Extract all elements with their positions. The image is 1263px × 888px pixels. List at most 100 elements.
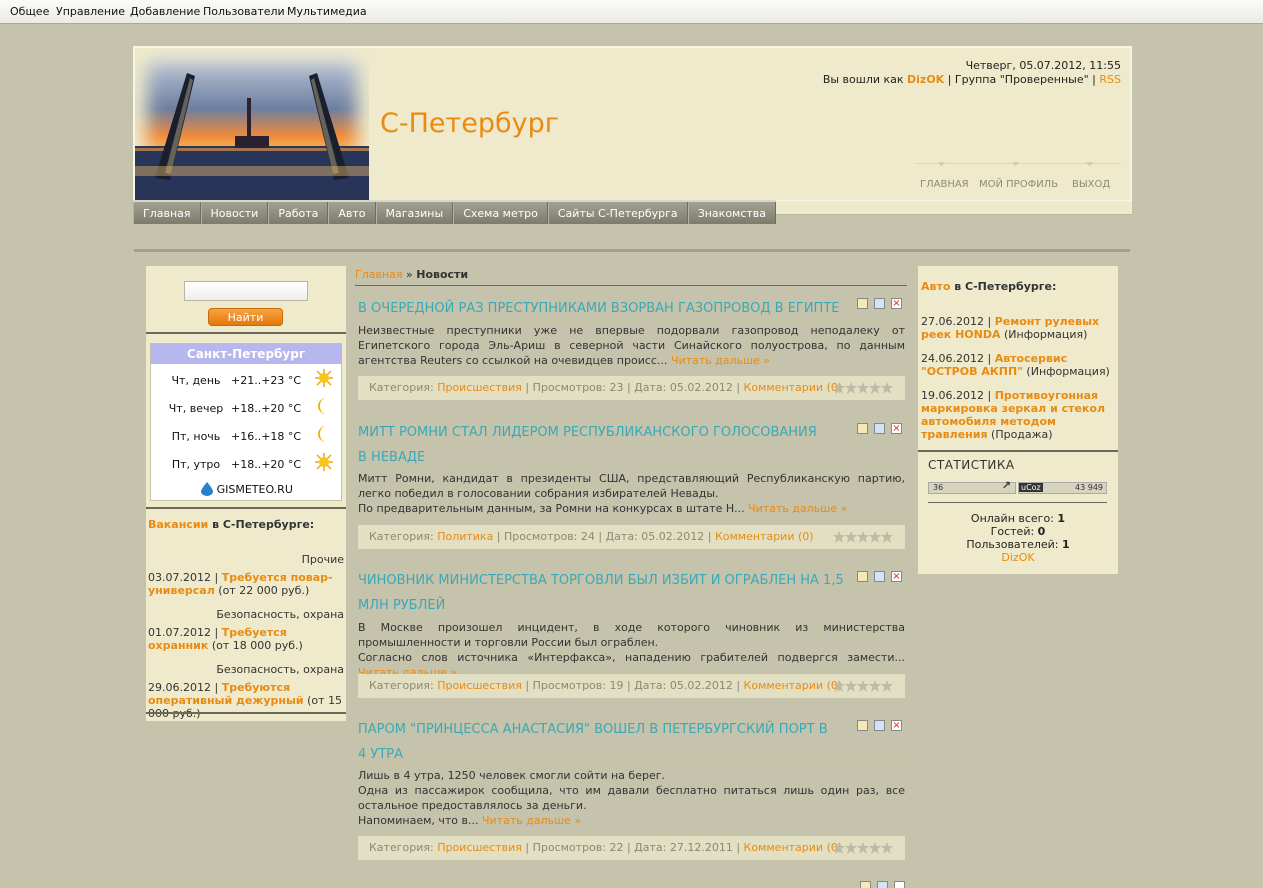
vacancy-salary: (от 22 000 руб.) <box>214 584 310 597</box>
article-meta: Категория: Происшествия | Просмотров: 23… <box>358 376 905 400</box>
menu-item-shops[interactable]: Магазины <box>375 202 454 224</box>
menu-item-news[interactable]: Новости <box>200 202 269 224</box>
delete-icon[interactable]: × <box>891 423 902 434</box>
menu-item-jobs[interactable]: Работа <box>268 202 329 224</box>
admin-bar: Общее Управление Добавление Пользователи… <box>0 0 1263 24</box>
delete-icon[interactable]: × <box>891 720 902 731</box>
article-excerpt: Неизвестные преступники уже не впервые п… <box>358 324 905 367</box>
read-more-link[interactable]: Читать дальше » <box>482 814 581 827</box>
article-excerpt: Согласно слов источника «Интерфакса», на… <box>358 651 905 664</box>
top-nav-profile[interactable]: МОЙ ПРОФИЛЬ <box>979 179 1058 190</box>
meta-views: | Просмотров: 24 | Дата: 05.02.2012 | <box>493 530 715 543</box>
category-link[interactable]: Происшествия <box>437 381 522 394</box>
stat-label: Гостей: <box>990 525 1038 538</box>
edit-icon[interactable] <box>857 720 868 731</box>
auto-title-link[interactable]: Авто <box>921 280 950 293</box>
list-item: 01.07.2012 | Требуется охранник (от 18 0… <box>148 626 344 652</box>
gismeteo-link[interactable]: GISMETEO.RU <box>151 482 343 496</box>
edit-icon[interactable] <box>857 423 868 434</box>
article-title[interactable]: ПАРОМ "ПРИНЦЕССА АНАСТАСИЯ" ВОШЕЛ В ПЕТЕ… <box>358 717 828 767</box>
comments-link[interactable]: Комментарии (0) <box>744 841 843 854</box>
category-link[interactable]: Происшествия <box>437 841 522 854</box>
rating-stars-icon[interactable] <box>833 531 893 543</box>
site-header: С-Петербург Четверг, 05.07.2012, 11:55 В… <box>133 46 1132 202</box>
menu-item-auto[interactable]: Авто <box>328 202 376 224</box>
meta-views: | Просмотров: 23 | Дата: 05.02.2012 | <box>521 381 744 394</box>
article-excerpt: Митт Ромни, кандидат в президенты США, п… <box>358 472 905 500</box>
datetime-block: Четверг, 05.07.2012, 11:55 Вы вошли как … <box>823 59 1121 87</box>
vacancy-category: Прочие <box>301 553 344 566</box>
ucoz-counter[interactable]: uCoz 43 949 <box>1018 482 1107 494</box>
article-title[interactable]: ЧИНОВНИК МИНИСТЕРСТВА ТОРГОВЛИ БЫЛ ИЗБИТ… <box>358 568 848 618</box>
pencil-icon[interactable] <box>874 423 885 434</box>
weather-temp: +21..+23 °C <box>231 374 302 387</box>
pencil-icon[interactable] <box>877 881 888 888</box>
search-button[interactable]: Найти <box>208 308 283 326</box>
menu-item-dating[interactable]: Знакомства <box>687 202 777 224</box>
pencil-icon[interactable] <box>874 298 885 309</box>
meta-label: Категория: <box>369 530 438 543</box>
top-nav-home[interactable]: ГЛАВНАЯ <box>920 179 969 190</box>
vacancies-title: в С-Петербурге: <box>208 518 315 531</box>
stat-value: 0 <box>1037 525 1046 538</box>
auto-title: в С-Петербурге: <box>950 280 1057 293</box>
top-nav-logout[interactable]: ВЫХОД <box>1072 179 1110 190</box>
rating-stars-icon[interactable] <box>833 842 893 854</box>
comments-link[interactable]: Комментарии (0) <box>715 530 814 543</box>
category-link[interactable]: Происшествия <box>437 679 522 692</box>
main-menu: Главная Новости Работа Авто Магазины Схе… <box>133 200 777 224</box>
category-link[interactable]: Политика <box>437 530 493 543</box>
edit-icon[interactable] <box>860 881 871 888</box>
search-input[interactable] <box>184 281 308 301</box>
breadcrumb-home[interactable]: Главная <box>355 268 403 281</box>
auto-date: 19.06.2012 | <box>921 389 995 402</box>
rss-link[interactable]: RSS <box>1099 73 1121 86</box>
list-item: 19.06.2012 | Противоугонная маркировка з… <box>921 389 1117 441</box>
read-more-link[interactable]: Читать дальше » <box>748 502 847 515</box>
delete-icon[interactable]: × <box>891 298 902 309</box>
admin-menu-add[interactable]: Добавление <box>130 5 200 18</box>
menu-item-home[interactable]: Главная <box>133 202 201 224</box>
menu-item-metro[interactable]: Схема метро <box>453 202 548 224</box>
comments-link[interactable]: Комментарии (0) <box>744 679 843 692</box>
rating-stars-icon[interactable] <box>833 680 893 692</box>
weather-day: Пт, утро <box>171 458 221 471</box>
list-item: 29.06.2012 | Требуются оперативный дежур… <box>148 681 344 720</box>
online-info: Онлайн всего: 1 Гостей: 0 Пользователей:… <box>918 512 1118 564</box>
vacancies-title-link[interactable]: Вакансии <box>148 518 208 531</box>
comments-link[interactable]: Комментарии (0) <box>744 381 843 394</box>
vacancy-date: 03.07.2012 | <box>148 571 222 584</box>
admin-menu-users[interactable]: Пользователи <box>203 5 285 18</box>
weather-title: Санкт-Петербург <box>151 344 341 364</box>
edit-icon[interactable] <box>857 298 868 309</box>
vacancy-date: 29.06.2012 | <box>148 681 222 694</box>
stat-label: Пользователей: <box>966 538 1062 551</box>
divider <box>146 712 346 714</box>
admin-menu-media[interactable]: Мультимедиа <box>287 5 367 18</box>
weather-row: Чт, вечер +18..+20 °C <box>151 394 343 422</box>
weather-temp: +18..+20 °C <box>231 458 302 471</box>
breadcrumb: Главная » Новости <box>355 268 468 281</box>
article-title[interactable]: В ОЧЕРЕДНОЙ РАЗ ПРЕСТУПНИКАМИ ВЗОРВАН ГА… <box>358 296 848 321</box>
online-user-link[interactable]: DizOK <box>1001 551 1034 564</box>
article-title[interactable]: МИТТ РОМНИ СТАЛ ЛИДЕРОМ РЕСПУБЛИКАНСКОГО… <box>358 420 818 470</box>
edit-icon[interactable] <box>857 571 868 582</box>
read-more-link[interactable]: Читать дальше » <box>671 354 770 367</box>
pencil-icon[interactable] <box>874 720 885 731</box>
username-link[interactable]: DizOK <box>907 73 944 86</box>
pencil-icon[interactable] <box>874 571 885 582</box>
delete-icon[interactable] <box>894 881 905 888</box>
ucoz-logo: uCoz <box>1019 483 1043 492</box>
admin-menu-general[interactable]: Общее <box>10 5 49 18</box>
menu-item-sites[interactable]: Сайты С-Петербурга <box>547 202 688 224</box>
divider <box>146 332 346 334</box>
breadcrumb-current: Новости <box>416 268 469 281</box>
rating-stars-icon[interactable] <box>833 382 893 394</box>
admin-menu-manage[interactable]: Управление <box>56 5 125 18</box>
delete-icon[interactable]: × <box>891 571 902 582</box>
weather-widget: Санкт-Петербург Чт, день +21..+23 °C Чт,… <box>150 343 342 501</box>
article-text: Неизвестные преступники уже не впервые п… <box>358 323 905 368</box>
counter-visits[interactable]: 36 ↗ <box>928 480 1016 494</box>
weather-row: Чт, день +21..+23 °C <box>151 366 343 394</box>
login-prefix: Вы вошли как <box>822 73 904 86</box>
